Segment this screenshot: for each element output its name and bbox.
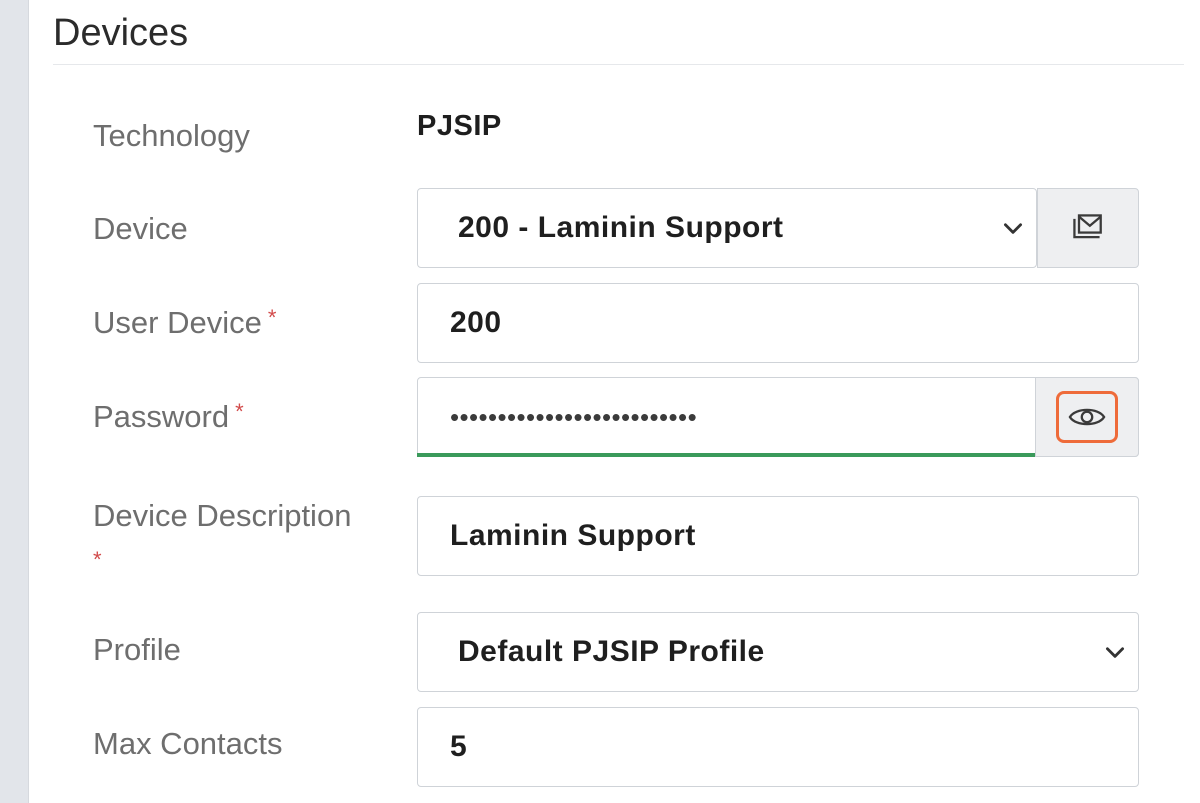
device-select-value: 200 - Laminin Support — [458, 211, 784, 244]
device-description-label-text: Device Description — [93, 498, 352, 533]
max-contacts-value: 5 — [450, 730, 468, 763]
devices-panel: Devices Technology PJSIP Device 200 - La… — [28, 0, 1200, 803]
password-focus-underline — [417, 453, 1035, 457]
technology-label: Technology — [93, 118, 250, 154]
device-label: Device — [93, 211, 188, 247]
eye-icon — [1068, 408, 1106, 426]
profile-label: Profile — [93, 632, 181, 668]
device-description-label: Device Description * — [93, 494, 351, 582]
password-input[interactable]: •••••••••••••••••••••••••• — [417, 377, 1139, 457]
password-visibility-toggle[interactable] — [1035, 377, 1139, 457]
max-contacts-input[interactable]: 5 — [417, 707, 1139, 787]
max-contacts-label-text: Max Contacts — [93, 726, 283, 761]
chevron-down-icon — [1106, 647, 1124, 658]
password-required-mark: * — [235, 399, 244, 424]
profile-select[interactable]: Default PJSIP Profile — [417, 612, 1139, 692]
mail-icon — [1073, 214, 1102, 239]
technology-label-text: Technology — [93, 118, 250, 153]
profile-label-text: Profile — [93, 632, 181, 667]
panel-title: Devices — [53, 12, 189, 54]
chevron-down-icon — [1004, 223, 1022, 234]
eye-highlight-frame — [1056, 391, 1118, 443]
user-device-label: User Device * — [93, 305, 276, 341]
password-masked-value: •••••••••••••••••••••••••• — [450, 401, 698, 432]
password-label: Password * — [93, 399, 244, 435]
user-device-input[interactable]: 200 — [417, 283, 1139, 363]
device-description-value: Laminin Support — [450, 519, 696, 552]
left-rail — [0, 0, 28, 803]
device-select[interactable]: 200 - Laminin Support — [417, 188, 1037, 268]
device-label-text: Device — [93, 211, 188, 246]
technology-value: PJSIP — [417, 110, 502, 142]
password-label-text: Password — [93, 399, 230, 434]
profile-select-value: Default PJSIP Profile — [458, 635, 765, 668]
max-contacts-label: Max Contacts — [93, 726, 283, 762]
device-addon-button[interactable] — [1037, 188, 1139, 268]
user-device-required-mark: * — [267, 305, 277, 330]
panel-inner: Devices Technology PJSIP Device 200 - La… — [53, 0, 1184, 803]
device-description-required-mark: * — [93, 547, 102, 572]
user-device-label-text: User Device — [93, 305, 262, 340]
title-divider — [53, 64, 1184, 65]
user-device-value: 200 — [450, 306, 502, 339]
device-description-input[interactable]: Laminin Support — [417, 496, 1139, 576]
